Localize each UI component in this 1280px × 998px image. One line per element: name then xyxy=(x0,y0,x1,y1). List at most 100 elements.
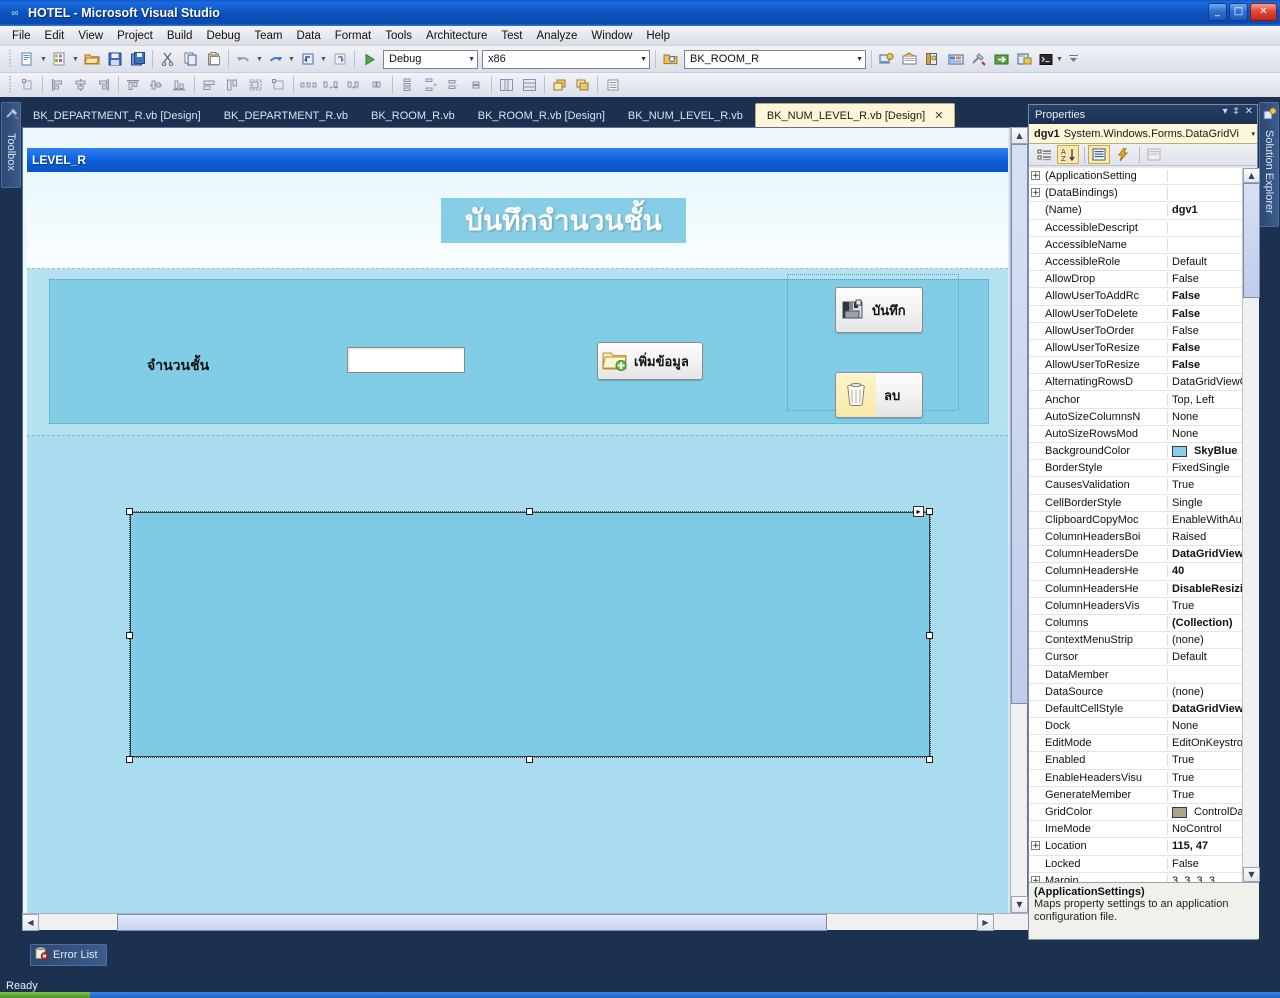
panel-grid[interactable]: ▸ xyxy=(27,436,1008,913)
align-rights-icon[interactable] xyxy=(92,74,115,96)
class-view-icon[interactable] xyxy=(1013,48,1036,70)
level-textbox[interactable] xyxy=(347,347,465,373)
menu-view[interactable]: View xyxy=(71,28,110,44)
resize-handle-w[interactable] xyxy=(126,632,133,639)
navigate-forward-icon[interactable] xyxy=(328,48,351,70)
expand-plus-icon[interactable]: + xyxy=(1029,841,1042,851)
menu-file[interactable]: File xyxy=(5,28,38,44)
properties-scroll-up-icon[interactable]: ▲ xyxy=(1243,168,1260,183)
property-row[interactable]: Columns (Collection) xyxy=(1029,615,1259,633)
property-row[interactable]: BorderStyle FixedSingle xyxy=(1029,460,1259,478)
chevron-down-icon-3[interactable]: ▼ xyxy=(852,56,863,63)
object-browser-icon[interactable] xyxy=(921,48,944,70)
properties-grid-scrollbar[interactable]: ▲ ▼ xyxy=(1242,168,1260,882)
scroll-left-icon[interactable]: ◀ xyxy=(22,914,39,931)
close-icon[interactable]: ✕ xyxy=(934,109,943,122)
property-row[interactable]: Dock None xyxy=(1029,718,1259,736)
horizontal-spacing-equal-icon[interactable] xyxy=(297,74,320,96)
resize-handle-nw[interactable] xyxy=(126,508,133,515)
menu-analyze[interactable]: Analyze xyxy=(530,28,585,44)
resize-handle-e[interactable] xyxy=(926,632,933,639)
cut-icon[interactable] xyxy=(156,48,179,70)
redo-icon[interactable] xyxy=(264,48,287,70)
tab-bk-department-code[interactable]: BK_DEPARTMENT_R.vb xyxy=(213,105,359,127)
layout-toolbar-grip[interactable] xyxy=(7,76,13,94)
menu-edit[interactable]: Edit xyxy=(38,28,72,44)
panel-header[interactable]: บันทึกจำนวนชั้น xyxy=(27,172,1008,269)
menu-debug[interactable]: Debug xyxy=(199,28,247,44)
property-row[interactable]: (Name) dgv1 xyxy=(1029,202,1259,220)
scroll-down-icon[interactable]: ▼ xyxy=(1011,896,1028,913)
resize-handle-s[interactable] xyxy=(526,756,533,763)
property-row[interactable]: Enabled True xyxy=(1029,752,1259,770)
minimize-button[interactable]: _ xyxy=(1208,3,1227,21)
menu-project[interactable]: Project xyxy=(110,28,160,44)
bring-to-front-icon[interactable] xyxy=(548,74,571,96)
smart-tag-icon[interactable]: ▸ xyxy=(913,506,924,517)
property-row[interactable]: GridColor ControlDark xyxy=(1029,804,1259,822)
align-tops-icon[interactable] xyxy=(122,74,145,96)
property-row[interactable]: + (ApplicationSetting xyxy=(1029,168,1259,186)
form-designer-surface[interactable]: LEVEL_R บันทึกจำนวนชั้น จำนวนชั้น เพิ่มข… xyxy=(22,127,1028,927)
horizontal-spacing-remove-icon[interactable] xyxy=(366,74,389,96)
properties-dropdown-icon[interactable]: ▾ xyxy=(1223,106,1228,117)
properties-grid[interactable]: + (ApplicationSetting + (DataBindings) (Name… xyxy=(1029,168,1259,882)
toolbar-grip[interactable] xyxy=(7,50,13,68)
chevron-down-icon-props[interactable]: ▾ xyxy=(1248,130,1255,138)
error-list-tab[interactable]: Error List xyxy=(30,944,107,966)
undo-icon[interactable] xyxy=(232,48,255,70)
horizontal-spacing-decrease-icon[interactable]: +- xyxy=(343,74,366,96)
property-row[interactable]: AllowDrop False xyxy=(1029,271,1259,289)
resize-handle-se[interactable] xyxy=(926,756,933,763)
property-row[interactable]: BackgroundColor SkyBlue xyxy=(1029,443,1259,461)
property-row[interactable]: ColumnHeadersHe DisableResizing xyxy=(1029,581,1259,598)
properties-object-selector[interactable]: dgv1 System.Windows.Forms.DataGridVi ▾ xyxy=(1029,124,1257,144)
menu-tools[interactable]: Tools xyxy=(378,28,419,44)
save-icon[interactable] xyxy=(103,48,126,70)
categorized-icon[interactable] xyxy=(1033,145,1055,164)
new-project-icon[interactable] xyxy=(16,48,39,70)
size-to-grid-icon[interactable] xyxy=(267,74,290,96)
solution-platform-combo[interactable]: x86 ▼ xyxy=(482,49,650,69)
align-lefts-icon[interactable] xyxy=(46,74,69,96)
property-row[interactable]: + Margin 3, 3, 3, 3 xyxy=(1029,873,1259,882)
chevron-down-icon[interactable]: ▼ xyxy=(464,56,475,63)
center-horizontally-icon[interactable] xyxy=(495,74,518,96)
go-to-icon[interactable] xyxy=(990,48,1013,70)
resize-handle-n[interactable] xyxy=(526,508,533,515)
designer-vertical-scrollbar[interactable]: ▲ ▼ xyxy=(1010,127,1028,913)
tab-order-icon[interactable] xyxy=(601,74,624,96)
property-row[interactable]: DataMember xyxy=(1029,666,1259,684)
property-row[interactable]: CausesValidation True xyxy=(1029,477,1259,495)
winform[interactable]: LEVEL_R บันทึกจำนวนชั้น จำนวนชั้น เพิ่มข… xyxy=(23,128,1008,913)
chevron-down-icon-2[interactable]: ▼ xyxy=(636,56,647,63)
add-new-item-dropdown-icon[interactable]: ▼ xyxy=(71,56,80,63)
property-row[interactable]: AutoSizeRowsMod None xyxy=(1029,426,1259,443)
property-row[interactable]: AutoSizeColumnsN None xyxy=(1029,409,1259,426)
tab-bk-num-level-code[interactable]: BK_NUM_LEVEL_R.vb xyxy=(617,105,754,127)
find-combo[interactable]: BK_ROOM_R ▼ xyxy=(684,49,866,69)
add-new-item-icon[interactable] xyxy=(48,48,71,70)
sidebar-item-solution-explorer[interactable]: Solution Explorer xyxy=(1259,102,1279,227)
property-row[interactable]: ColumnHeadersDe DataGridViewCel xyxy=(1029,546,1259,564)
navigate-dropdown-icon[interactable]: ▼ xyxy=(319,56,328,63)
properties-page-icon[interactable] xyxy=(1088,145,1110,164)
menu-build[interactable]: Build xyxy=(160,28,200,44)
close-button[interactable]: ✕ xyxy=(1250,3,1277,21)
property-row[interactable]: ImeMode NoControl xyxy=(1029,821,1259,839)
align-middles-icon[interactable] xyxy=(145,74,168,96)
solution-configuration-combo[interactable]: Debug ▼ xyxy=(383,49,478,69)
redo-dropdown-icon[interactable]: ▼ xyxy=(287,56,296,63)
properties-scroll-thumb[interactable] xyxy=(1243,183,1260,298)
make-same-height-icon[interactable] xyxy=(221,74,244,96)
menu-test[interactable]: Test xyxy=(494,28,529,44)
make-same-size-icon[interactable] xyxy=(244,74,267,96)
properties-window-icon[interactable] xyxy=(898,48,921,70)
property-row[interactable]: AllowUserToOrder False xyxy=(1029,323,1259,340)
property-row[interactable]: AccessibleName xyxy=(1029,237,1259,254)
maximize-button[interactable]: □ xyxy=(1229,3,1248,21)
property-row[interactable]: ColumnHeadersVis True xyxy=(1029,598,1259,615)
vertical-spacing-equal-icon[interactable] xyxy=(396,74,419,96)
property-row[interactable]: ColumnHeadersHe 40 xyxy=(1029,563,1259,581)
paste-icon[interactable] xyxy=(202,48,225,70)
